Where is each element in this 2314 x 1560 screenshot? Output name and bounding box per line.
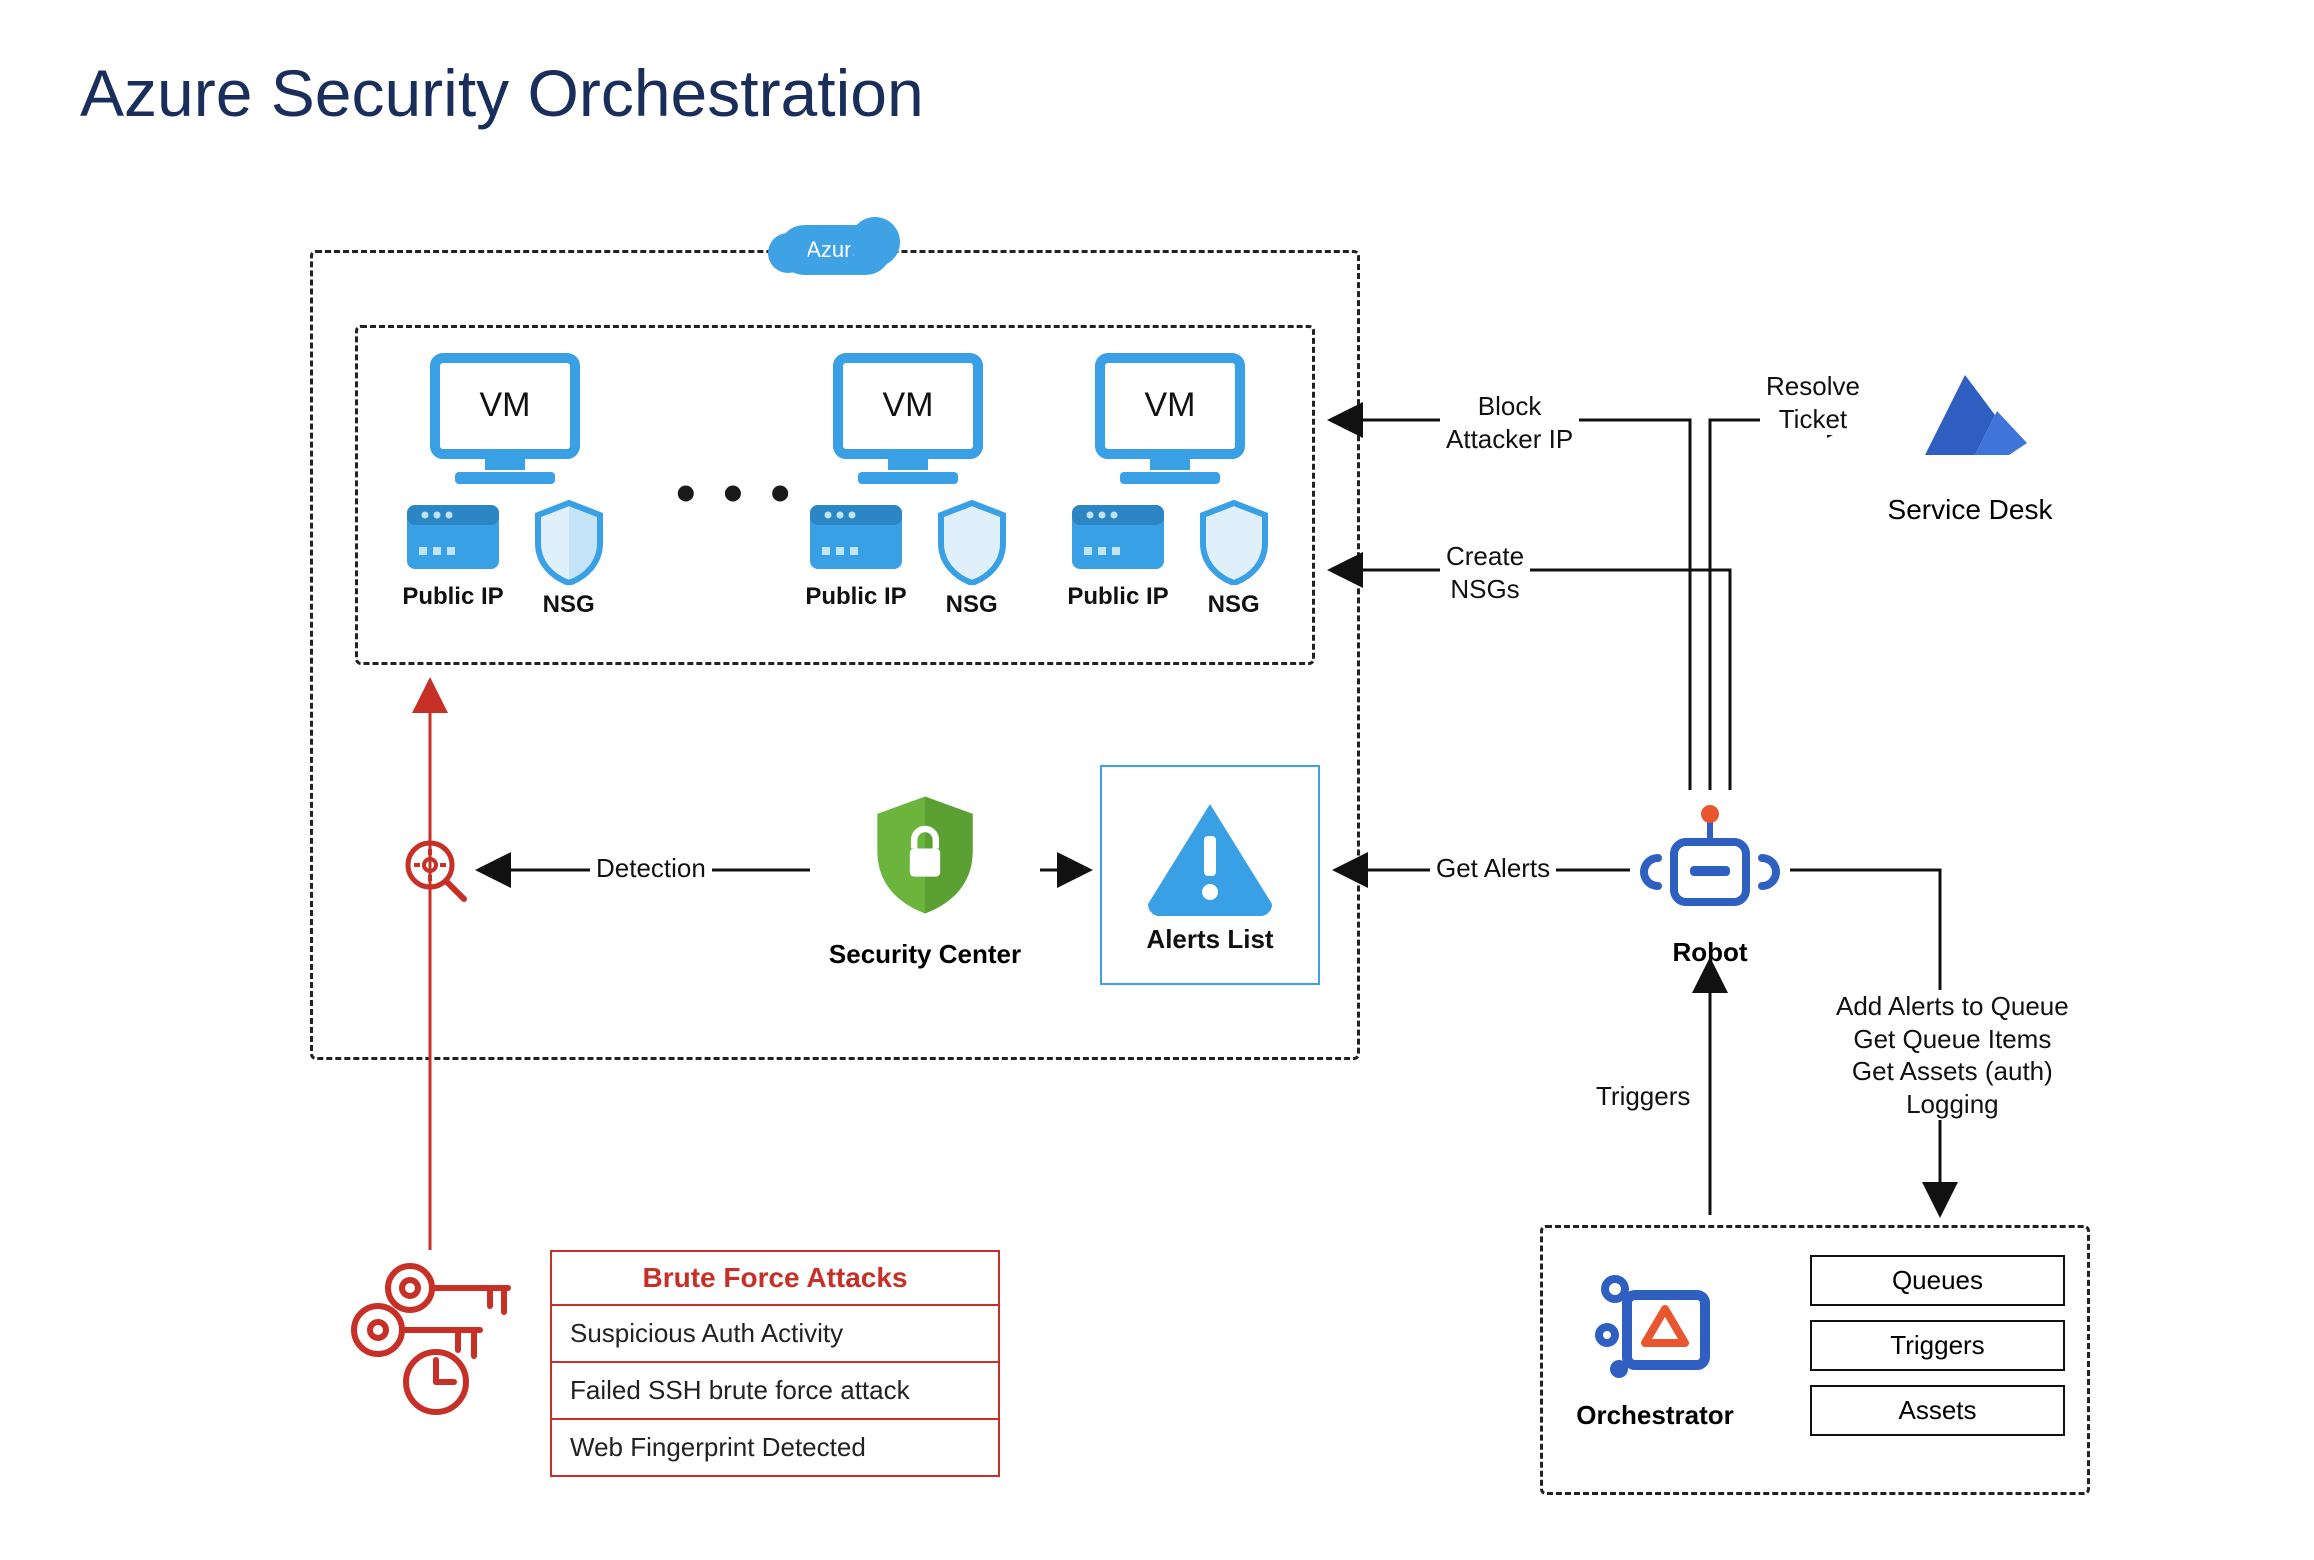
orchestrator-list: Queues Triggers Assets [1810, 1255, 2065, 1436]
vm-group: VM Public IP NSG [375, 350, 635, 619]
nsg-label: NSG [1208, 591, 1260, 619]
alerts-list-box: Alerts List [1100, 765, 1320, 985]
orchestrator-icon [1585, 1265, 1725, 1385]
vm-icon: VM [1080, 350, 1260, 490]
edge-detection-label: Detection [590, 852, 712, 885]
alerts-list-label: Alerts List [1146, 924, 1273, 955]
attack-row: Failed SSH brute force attack [552, 1363, 998, 1420]
alert-triangle-icon [1140, 796, 1280, 916]
service-desk-icon [1905, 355, 2035, 475]
orchestrator-item-triggers: Triggers [1810, 1320, 2065, 1371]
security-center-label: Security Center [815, 939, 1035, 970]
threat-detection-icon [400, 835, 470, 910]
robot-label: Robot [1640, 937, 1780, 968]
azure-badge: Azure [780, 225, 890, 275]
orchestrator: Orchestrator [1570, 1265, 1740, 1431]
svg-text:VM: VM [883, 386, 934, 424]
robot-icon [1640, 800, 1780, 920]
service-desk-label: Service Desk [1870, 494, 2070, 526]
security-center: Security Center [815, 790, 1035, 970]
attack-types-header: Brute Force Attacks [552, 1252, 998, 1306]
edge-resolve-ticket-label: Resolve Ticket [1760, 370, 1866, 435]
public-ip-label: Public IP [1067, 583, 1168, 611]
public-ip-label: Public IP [402, 583, 503, 611]
public-ip-label: Public IP [805, 583, 906, 611]
svg-text:VM: VM [480, 386, 531, 424]
nsg-label: NSG [946, 591, 998, 619]
attack-types-box: Brute Force Attacks Suspicious Auth Acti… [550, 1250, 1000, 1477]
edge-create-nsgs-label: Create NSGs [1440, 540, 1530, 605]
attack-row: Web Fingerprint Detected [552, 1420, 998, 1475]
vm-icon: VM [818, 350, 998, 490]
edge-triggers-label: Triggers [1590, 1080, 1696, 1113]
nsg-label: NSG [543, 591, 595, 619]
nsg-shield-icon [1195, 499, 1273, 585]
edge-get-alerts-label: Get Alerts [1430, 852, 1556, 885]
brute-force-keys-icon [340, 1260, 530, 1425]
robot: Robot [1640, 800, 1780, 968]
edge-block-attacker-label: Block Attacker IP [1440, 390, 1579, 455]
orchestrator-item-assets: Assets [1810, 1385, 2065, 1436]
orchestrator-item-queues: Queues [1810, 1255, 2065, 1306]
vm-group: VM Public IP NSG [778, 350, 1038, 619]
public-ip-icon [403, 499, 503, 577]
vm-icon: VM [415, 350, 595, 490]
public-ip-icon [806, 499, 906, 577]
orchestrator-label: Orchestrator [1570, 1400, 1740, 1431]
public-ip-icon [1068, 499, 1168, 577]
svg-text:VM: VM [1145, 386, 1196, 424]
edge-queue-block-label: Add Alerts to Queue Get Queue Items Get … [1830, 990, 2075, 1120]
shield-lock-icon [860, 790, 990, 920]
nsg-shield-icon [530, 499, 608, 585]
vm-group: VM Public IP NSG [1040, 350, 1300, 619]
service-desk: Service Desk [1870, 355, 2070, 526]
attack-row: Suspicious Auth Activity [552, 1306, 998, 1363]
nsg-shield-icon [933, 499, 1011, 585]
